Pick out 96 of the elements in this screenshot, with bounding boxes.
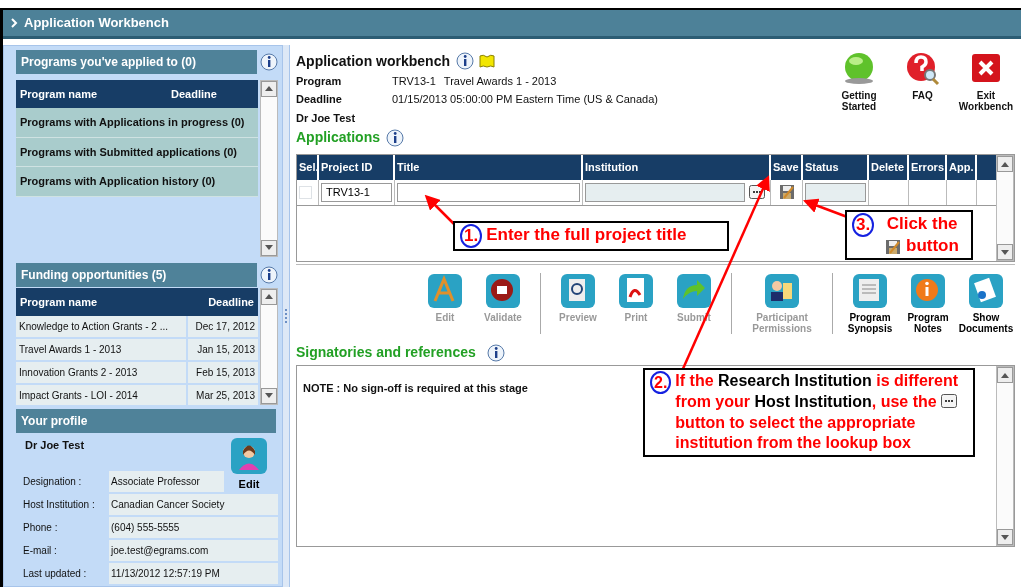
edit-profile-button[interactable]: Edit <box>224 436 274 490</box>
field-label: E-mail : <box>23 544 58 558</box>
field-label: Last updated : <box>23 567 88 581</box>
document-icon <box>618 273 654 309</box>
scrollbar[interactable] <box>996 366 1014 546</box>
column-header: Errors <box>909 155 947 180</box>
toolbar-button[interactable]: FAQ <box>893 50 952 148</box>
field-value: TRV13-1 <box>392 73 436 89</box>
field-label: Program <box>296 73 343 89</box>
info-icon[interactable] <box>486 343 505 362</box>
institution-field[interactable] <box>585 182 745 202</box>
ellipsis-button-icon <box>941 393 958 408</box>
document-icon <box>968 273 1004 309</box>
section-title: Signatories and references <box>296 343 476 362</box>
title-field[interactable] <box>397 182 580 202</box>
column-header: Institution <box>583 155 771 180</box>
step-number: 1. <box>460 224 483 249</box>
info-icon <box>910 273 946 309</box>
column-header: Deadline <box>208 294 254 310</box>
program-category-row[interactable]: Programs with Application history (0) <box>16 167 258 197</box>
scrollbar[interactable] <box>260 79 278 257</box>
note-text: NOTE : No sign-off is required at this stage <box>303 381 528 396</box>
scroll-down-icon[interactable] <box>1001 249 1009 255</box>
page-icon <box>852 273 888 309</box>
status-field[interactable] <box>805 182 866 202</box>
scrollbar[interactable] <box>260 287 278 405</box>
column-header: Save <box>771 155 803 180</box>
field-label: Phone : <box>23 521 59 535</box>
step-number: 3. <box>852 213 875 238</box>
column-header: Title <box>395 155 583 180</box>
field-value: Associate Professor <box>109 471 224 492</box>
save-button[interactable] <box>778 184 795 200</box>
section-title: Applications <box>296 128 380 147</box>
program-name-cell[interactable]: Knowledge to Action Grants - 2 ... <box>16 316 186 338</box>
field-label: Designation : <box>23 475 83 489</box>
info-icon[interactable] <box>385 128 404 147</box>
callout-text: Enter the full project title <box>486 224 688 246</box>
field-label: Deadline <box>296 92 343 107</box>
checkbox[interactable] <box>299 185 312 199</box>
deadline-cell: Mar 25, 2013 <box>188 385 258 405</box>
page-title: Application workbench <box>296 51 450 71</box>
info-icon[interactable] <box>260 52 278 71</box>
step-number: 2. <box>650 371 672 395</box>
applicant-name: Dr Joe Test <box>296 110 357 126</box>
column-header: App. <box>947 155 977 180</box>
program-name-cell[interactable]: Innovation Grants 2 - 2013 <box>16 362 186 384</box>
column-header: Sel. <box>297 155 319 180</box>
program-name-cell[interactable]: Travel Awards 1 - 2013 <box>16 339 186 361</box>
callout-text: If the Research Institution is different from your Host Institution, use the button to select the appropriate institution from the lookup box <box>675 371 960 454</box>
deadline-cell: Feb 15, 2013 <box>188 362 258 384</box>
panel-title: Funding opportunities (5) <box>16 262 258 287</box>
field-label: Host Institution : <box>23 498 96 512</box>
info-icon[interactable] <box>455 52 474 70</box>
column-header: Project ID <box>319 155 395 180</box>
program-category-row[interactable]: Programs with Applications in progress (0) <box>16 108 258 138</box>
scroll-up-icon[interactable] <box>1001 372 1009 378</box>
project-id-field[interactable]: TRV13-1 <box>321 182 392 202</box>
question-icon <box>904 50 941 87</box>
column-header: Program name <box>20 86 98 102</box>
info-icon[interactable] <box>260 265 278 284</box>
toolbar-button[interactable]: Show Documents <box>957 273 1015 334</box>
column-header: Deadline <box>171 86 217 102</box>
person-icon <box>764 273 800 309</box>
field-value: (604) 555-5555 <box>109 517 278 538</box>
field-value: 01/15/2013 05:00:00 PM Eastern Time (US & Canada) <box>392 92 658 107</box>
field-value: 11/13/2012 12:57:19 PM <box>109 563 278 584</box>
scroll-down-icon[interactable] <box>265 245 273 251</box>
deadline-cell: Dec 17, 2012 <box>188 316 258 338</box>
scroll-up-icon[interactable] <box>265 294 273 300</box>
column-header: Program name <box>20 294 98 310</box>
scroll-up-icon[interactable] <box>1001 161 1009 167</box>
panel-title: Your profile <box>16 408 276 433</box>
toolbar-button[interactable]: Program Synopsis <box>841 273 899 334</box>
toolbar-button[interactable]: Exit Workbench <box>957 50 1015 148</box>
person-icon <box>230 436 268 475</box>
column-header: Status <box>803 155 869 180</box>
profile-name: Dr Joe Test <box>25 437 86 453</box>
toolbar-button[interactable]: Program Notes <box>899 273 957 334</box>
panel-title: Programs you've applied to (0) <box>16 49 258 74</box>
program-name-cell[interactable]: Impact Grants - LOI - 2014 <box>16 385 186 405</box>
field-value: joe.test@egrams.com <box>109 540 278 561</box>
scroll-down-icon[interactable] <box>1001 534 1009 540</box>
scroll-up-icon[interactable] <box>265 86 273 91</box>
magnifier-icon <box>560 273 596 309</box>
column-header: Delete <box>869 155 909 180</box>
book-icon[interactable] <box>479 54 495 68</box>
field-value: Canadian Cancer Society <box>109 494 278 515</box>
program-category-row[interactable]: Programs with Submitted applications (0) <box>16 137 258 167</box>
toolbar-button[interactable]: Getting Started <box>830 50 888 148</box>
field-value: Travel Awards 1 - 2013 <box>443 73 557 89</box>
deadline-cell: Jan 15, 2013 <box>188 339 258 361</box>
chevron-icon <box>11 17 19 28</box>
callout-text: Click the button <box>884 213 960 258</box>
window-title: Application Workbench <box>24 14 169 32</box>
scroll-down-icon[interactable] <box>265 393 273 398</box>
scrollbar[interactable] <box>996 155 1014 261</box>
